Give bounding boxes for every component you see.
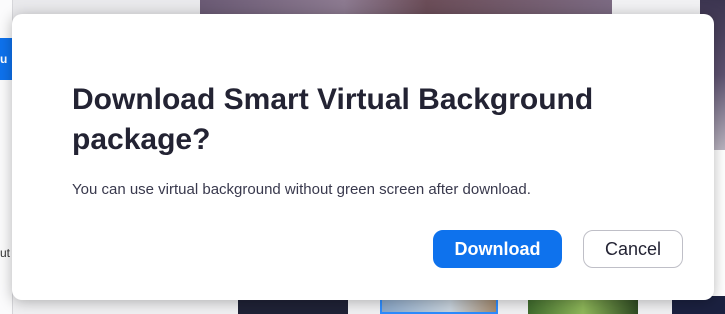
- background-left-text: ut: [0, 246, 11, 260]
- app-background: u ut Download Smart Virtual Background p…: [0, 0, 725, 314]
- dialog-message: You can use virtual background without g…: [72, 181, 531, 198]
- cancel-button[interactable]: Cancel: [583, 230, 683, 268]
- background-left-tab-label: u: [0, 52, 8, 66]
- background-left-tab: u: [0, 38, 12, 80]
- dialog-title: Download Smart Virtual Background packag…: [72, 83, 594, 156]
- download-dialog: Download Smart Virtual Background packag…: [12, 14, 714, 300]
- download-button[interactable]: Download: [433, 230, 562, 268]
